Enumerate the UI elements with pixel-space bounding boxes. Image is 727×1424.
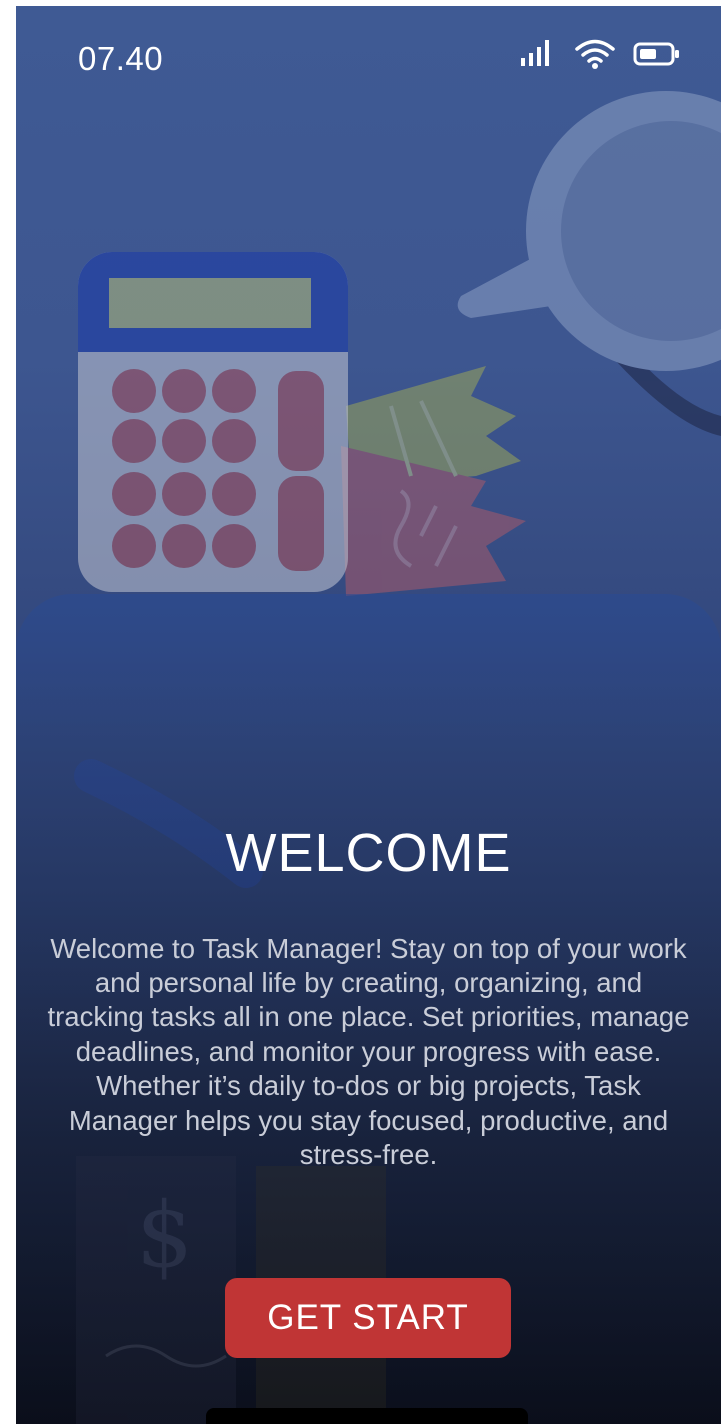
- get-start-button[interactable]: GET START: [225, 1278, 511, 1358]
- receipts-icon: [341, 366, 526, 596]
- calculator-icon: [78, 252, 348, 592]
- status-icons: [481, 39, 681, 70]
- welcome-description: Welcome to Task Manager! Stay on top of …: [47, 932, 690, 1170]
- coffee-cup-icon: [457, 91, 721, 436]
- signal-icon: [521, 40, 549, 66]
- status-bar: 07.40: [16, 6, 721, 106]
- phone-screen: $ 07.40: [16, 6, 721, 1424]
- battery-icon: [633, 42, 679, 66]
- status-time: 07.40: [78, 40, 164, 77]
- wifi-icon: [575, 39, 615, 69]
- welcome-title: WELCOME: [225, 823, 512, 884]
- home-indicator[interactable]: [206, 1408, 528, 1424]
